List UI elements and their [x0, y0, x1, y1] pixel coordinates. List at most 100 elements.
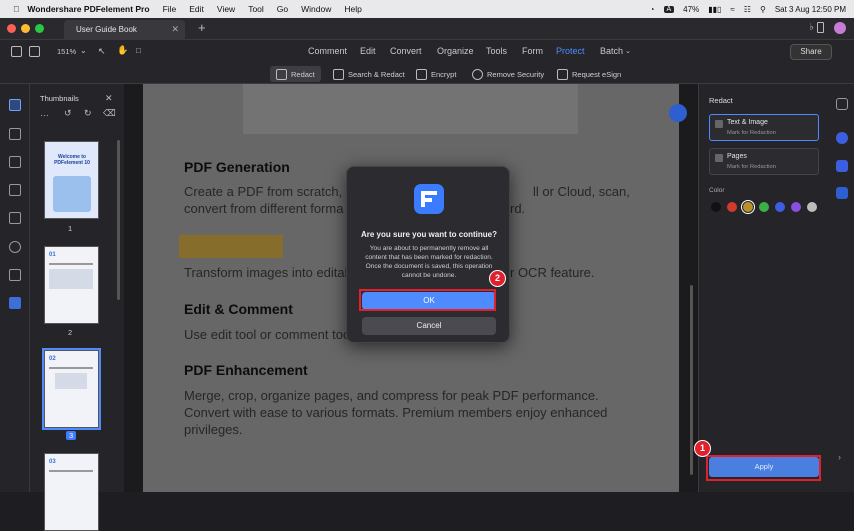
- tab-form[interactable]: Form: [522, 46, 543, 56]
- thumbnail-page-3[interactable]: 02: [42, 348, 101, 430]
- thumbnails-scrollbar[interactable]: [117, 140, 120, 300]
- stack-icon[interactable]: [9, 269, 21, 281]
- menu-go[interactable]: Go: [277, 4, 288, 14]
- ai-icon[interactable]: [9, 297, 21, 309]
- tab-edit[interactable]: Edit: [360, 46, 376, 56]
- thumb-3-code: 02: [49, 356, 56, 362]
- edit-ai-icon[interactable]: [836, 160, 848, 172]
- share-button[interactable]: Share: [790, 44, 832, 60]
- color-swatch-blue[interactable]: [775, 202, 785, 212]
- color-swatch-black[interactable]: [711, 202, 721, 212]
- color-swatch-purple[interactable]: [791, 202, 801, 212]
- tab-batch[interactable]: Batch: [600, 46, 623, 56]
- remove-security-button[interactable]: Remove Security: [466, 66, 550, 82]
- document-tab[interactable]: User Guide Book ✕: [64, 20, 185, 40]
- cursor-icon[interactable]: ↖: [98, 46, 106, 57]
- close-tab-icon[interactable]: ✕: [171, 24, 179, 35]
- hand-icon[interactable]: ✋: [117, 45, 128, 56]
- search-redact-button[interactable]: Search & Redact: [327, 66, 411, 82]
- color-swatch-green[interactable]: [759, 202, 769, 212]
- app-menu[interactable]: Wondershare PDFelement Pro: [27, 4, 149, 14]
- device-icon[interactable]: [817, 22, 824, 33]
- chat-icon[interactable]: [836, 132, 848, 144]
- left-rail: [0, 84, 30, 492]
- thumbnails-icon[interactable]: [9, 99, 21, 111]
- menu-file[interactable]: File: [163, 4, 177, 14]
- input-source[interactable]: A: [663, 5, 675, 13]
- zoom-level[interactable]: 151%: [57, 47, 76, 56]
- callout-1: 1: [694, 440, 711, 457]
- request-esign-button[interactable]: Request eSign: [551, 66, 627, 82]
- menu-edit[interactable]: Edit: [189, 4, 204, 14]
- tab-organize[interactable]: Organize: [437, 46, 474, 56]
- menu-tool[interactable]: Tool: [248, 4, 264, 14]
- comment-icon[interactable]: [9, 128, 21, 140]
- zoom-dropdown-icon[interactable]: ⌄: [80, 46, 87, 55]
- properties-icon[interactable]: [836, 98, 848, 110]
- color-swatch-gray[interactable]: [807, 202, 817, 212]
- thumbnail-page-4[interactable]: 03: [44, 453, 99, 531]
- right-rail: ›: [830, 84, 854, 492]
- more-icon[interactable]: …: [40, 108, 49, 118]
- battery-icon[interactable]: ▮▮▯: [708, 5, 721, 14]
- translate-icon[interactable]: [836, 187, 848, 199]
- menu-window[interactable]: Window: [301, 4, 331, 14]
- notification-icon[interactable]: ♭: [809, 22, 814, 33]
- sidebar-toggle-icon[interactable]: [11, 46, 22, 57]
- tab-comment[interactable]: Comment: [308, 46, 347, 56]
- new-tab-icon[interactable]: +: [198, 20, 206, 35]
- option-pages[interactable]: Pages Mark for Redaction: [709, 148, 819, 175]
- control-center-icon[interactable]: ☷: [744, 5, 751, 14]
- bookmark-icon[interactable]: [9, 156, 21, 168]
- rotate-right-icon[interactable]: ↻: [84, 108, 92, 119]
- batch-dropdown-icon[interactable]: ⌄: [625, 47, 631, 55]
- thumb-2-block: [49, 269, 93, 289]
- encrypt-button[interactable]: Encrypt: [410, 66, 462, 82]
- attachment-icon[interactable]: [9, 212, 21, 224]
- zoom-window-icon[interactable]: [35, 24, 44, 33]
- thumb-3-block: [55, 373, 87, 389]
- thumb-number-1: 1: [68, 224, 73, 233]
- layout-icon[interactable]: [29, 46, 40, 57]
- status-area: ◔ A 47% ▮▮▯ ≈ ☷ ⚲ Sat 3 Aug 12:50 PM: [650, 0, 846, 18]
- mac-menubar:  Wondershare PDFelement Pro File Edit V…: [0, 0, 854, 18]
- cancel-button[interactable]: Cancel: [362, 317, 496, 335]
- menu-view[interactable]: View: [217, 4, 235, 14]
- thumbnail-page-1[interactable]: Welcome to PDFelement 10: [44, 141, 99, 219]
- minimize-window-icon[interactable]: [21, 24, 30, 33]
- thumbnails-panel: Thumbnails ✕ … ↺ ↻ ⌫ Welcome to PDFeleme…: [30, 84, 124, 531]
- search-redact-icon: [333, 68, 344, 80]
- document-scrollbar[interactable]: [690, 285, 693, 475]
- close-window-icon[interactable]: [7, 24, 16, 33]
- tab-convert[interactable]: Convert: [390, 46, 422, 56]
- search-icon[interactable]: [9, 241, 21, 253]
- color-swatch-red[interactable]: [727, 202, 737, 212]
- thumb-4-code: 03: [49, 459, 56, 465]
- search-icon[interactable]: ⚲: [760, 5, 766, 14]
- ai-assistant-icon[interactable]: [669, 104, 687, 122]
- tab-bar: User Guide Book ✕ + ♭: [0, 18, 854, 40]
- apple-icon[interactable]: : [13, 4, 19, 14]
- thumbnail-page-2[interactable]: 01: [44, 246, 99, 324]
- tab-tools[interactable]: Tools: [486, 46, 507, 56]
- delete-icon[interactable]: ⌫: [103, 108, 116, 119]
- wifi-icon[interactable]: ≈: [730, 5, 734, 14]
- clock[interactable]: Sat 3 Aug 12:50 PM: [775, 5, 846, 14]
- ok-highlight-frame: [359, 289, 496, 311]
- redact-button[interactable]: Redact: [270, 66, 321, 82]
- option-text-image-label: Text & Image: [727, 119, 768, 126]
- time-machine-icon[interactable]: ◔: [650, 5, 655, 14]
- tab-protect[interactable]: Protect: [556, 46, 585, 56]
- color-swatch-gold[interactable]: [741, 200, 755, 214]
- menu-help[interactable]: Help: [344, 4, 361, 14]
- option-text-image[interactable]: Text & Image Mark for Redaction: [709, 114, 819, 141]
- pdfelement-app-icon: [414, 184, 444, 214]
- select-icon[interactable]: □: [136, 46, 141, 55]
- rotate-left-icon[interactable]: ↺: [64, 108, 72, 119]
- close-panel-icon[interactable]: ✕: [105, 93, 113, 104]
- avatar[interactable]: [834, 22, 846, 34]
- chevron-right-icon[interactable]: ›: [838, 452, 841, 462]
- layers-icon[interactable]: [9, 184, 21, 196]
- redact-panel-title: Redact: [709, 96, 733, 105]
- shield-icon: [472, 68, 483, 80]
